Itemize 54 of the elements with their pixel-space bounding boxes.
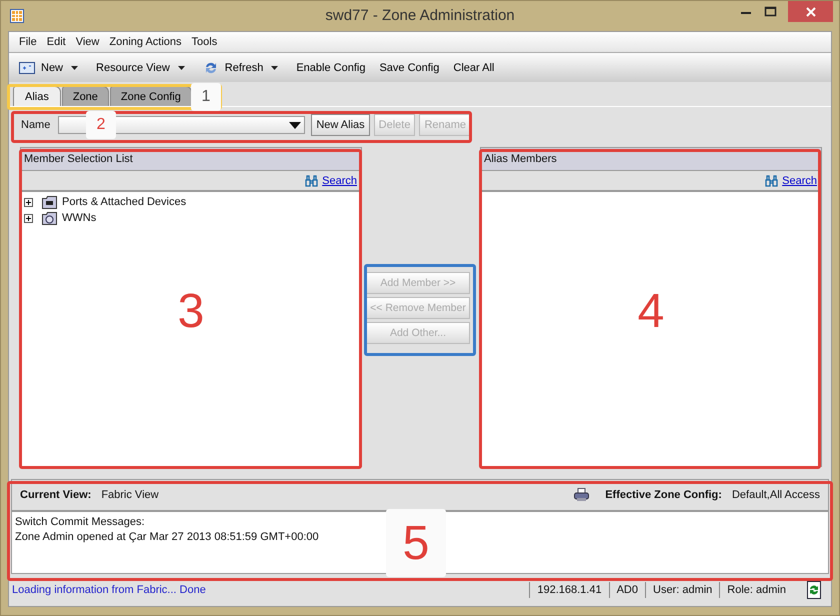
toolbar-button[interactable]: Clear All <box>449 60 498 76</box>
callout-number: 4 <box>636 284 666 339</box>
menu-item[interactable]: File <box>14 36 42 48</box>
menu-item[interactable]: Tools <box>186 36 222 48</box>
window-title: swd77 - Zone Administration <box>325 7 515 24</box>
menu-item[interactable]: Zoning Actions <box>104 36 187 48</box>
printer-icon[interactable] <box>574 488 590 502</box>
current-view-label: Current View: <box>20 489 92 501</box>
caret-icon[interactable] <box>71 66 78 70</box>
menu-item[interactable]: View <box>70 36 104 48</box>
window-icon <box>19 62 35 74</box>
caret-icon[interactable] <box>271 66 278 70</box>
device-icon <box>42 196 57 208</box>
toolbar-button[interactable]: Resource View <box>92 60 174 76</box>
toolbar-button[interactable]: Refresh <box>198 58 268 78</box>
app-icon <box>10 9 24 23</box>
menu-item[interactable]: Edit <box>42 36 71 48</box>
status-field: AD0 <box>608 582 645 598</box>
status-message: Loading information from Fabric... Done <box>12 584 207 596</box>
close-icon <box>804 6 816 18</box>
effective-config-value: Default,All Access <box>732 489 820 501</box>
status-field: Role: admin <box>719 582 793 598</box>
tree-item[interactable]: Ports & Attached Devices <box>62 196 186 208</box>
callout-number: 3 <box>176 284 206 339</box>
status-field: 192.168.1.41 <box>529 582 609 598</box>
tab[interactable]: Zone Config <box>110 86 192 106</box>
globe-icon <box>42 212 57 224</box>
caret-icon[interactable] <box>178 66 185 70</box>
toolbar-button[interactable]: New <box>15 60 68 76</box>
tab[interactable]: Zone <box>62 86 109 106</box>
current-view-value: Fabric View <box>101 489 159 501</box>
callout-number: 5 <box>386 509 446 577</box>
message-line: Zone Admin opened at Çar Mar 27 2013 08:51:59 GMT+00:00 <box>15 530 320 545</box>
expand-icon[interactable] <box>24 198 33 206</box>
sync-icon[interactable] <box>807 581 821 599</box>
close-button[interactable] <box>788 1 833 22</box>
status-field: User: admin <box>645 582 720 598</box>
name-label: Name <box>21 119 50 131</box>
caret-icon <box>289 122 302 128</box>
toolbar-button[interactable]: Enable Config <box>292 60 370 76</box>
expand-icon[interactable] <box>24 214 33 222</box>
callout-number: 1 <box>191 83 221 111</box>
callout-number: 2 <box>86 111 116 139</box>
tree-item[interactable]: WWNs <box>62 212 96 224</box>
effective-config-label: Effective Zone Config: <box>605 489 722 501</box>
message-line: Switch Commit Messages: <box>15 515 146 530</box>
search-link[interactable]: Search <box>782 174 817 186</box>
maximize-icon[interactable] <box>764 4 778 18</box>
binoculars-icon[interactable] <box>765 174 778 186</box>
toolbar-button[interactable]: Save Config <box>375 60 444 76</box>
tab[interactable]: Alias <box>13 86 61 106</box>
binoculars-icon[interactable] <box>305 174 318 186</box>
search-link[interactable]: Search <box>322 174 357 186</box>
action-button[interactable]: New Alias <box>311 114 370 136</box>
